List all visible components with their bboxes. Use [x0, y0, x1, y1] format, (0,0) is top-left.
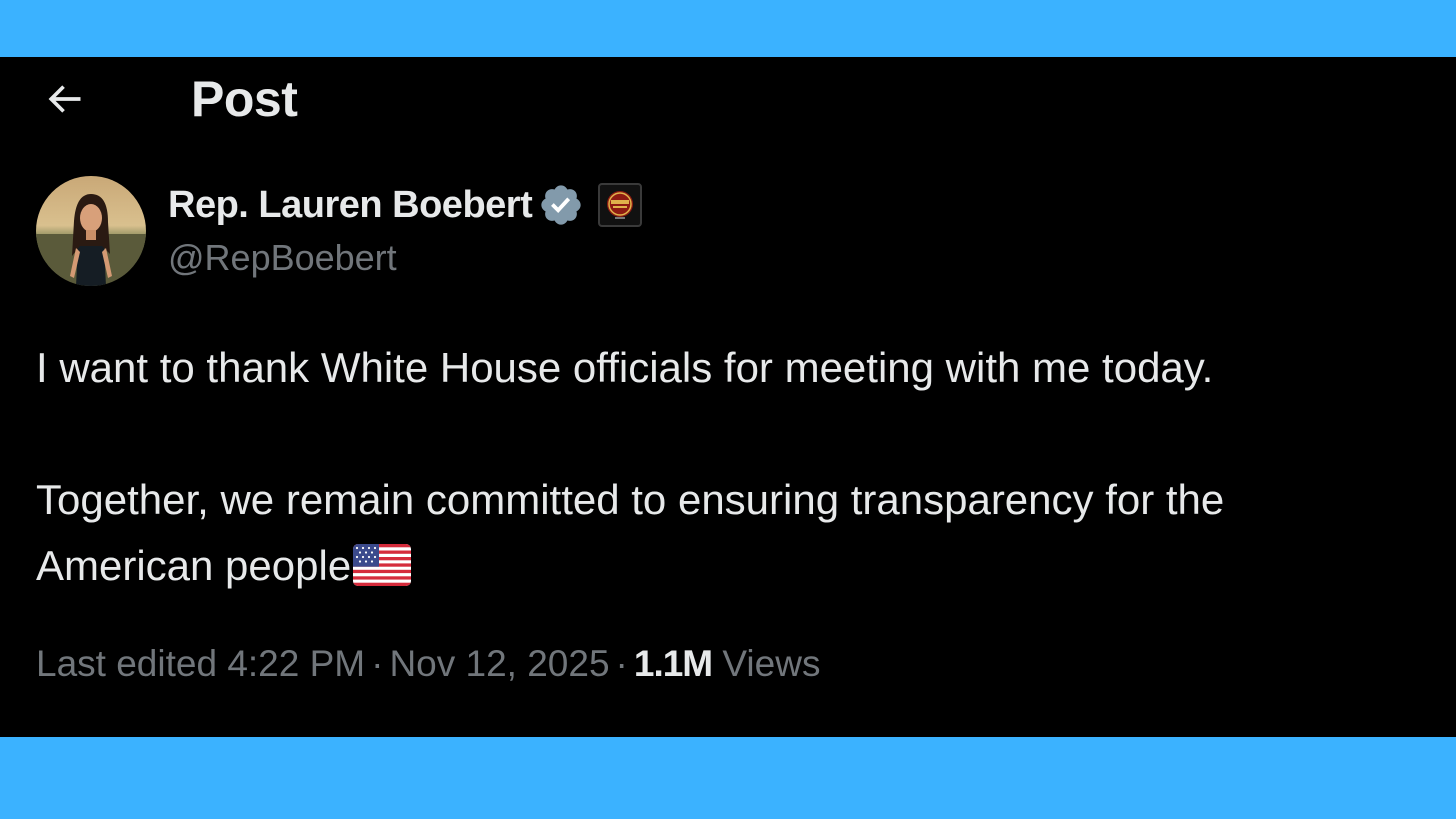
- edited-label[interactable]: Last edited: [36, 643, 217, 684]
- paragraph-spacer: [36, 401, 1426, 467]
- back-button[interactable]: [36, 75, 92, 123]
- avatar[interactable]: [36, 176, 146, 286]
- tweet-text-segment: American people: [36, 542, 352, 589]
- separator: ·: [615, 643, 628, 684]
- tweet-paragraph: I want to thank White House officials fo…: [36, 344, 1214, 391]
- author-row: Rep. Lauren Boebert: [168, 181, 643, 229]
- arrow-left-icon: [48, 85, 81, 113]
- us-flag-emoji-icon: [353, 544, 412, 586]
- post-panel: Post Rep. Lauren Boebert @RepBoebert I w…: [0, 57, 1456, 737]
- tweet-paragraph: Together, we remain committed to ensurin…: [36, 476, 1225, 523]
- post-time[interactable]: 4:22 PM: [227, 643, 365, 684]
- views-count[interactable]: 1.1M: [634, 643, 713, 684]
- post-date[interactable]: Nov 12, 2025: [389, 643, 609, 684]
- author-handle[interactable]: @RepBoebert: [168, 237, 397, 279]
- tweet-body: I want to thank White House officials fo…: [36, 335, 1426, 599]
- tweet-paragraph-last-line: American people: [36, 533, 1426, 599]
- affiliation-badge-icon: [607, 191, 634, 219]
- affiliation-badge[interactable]: [598, 183, 643, 227]
- display-name[interactable]: Rep. Lauren Boebert: [168, 184, 533, 227]
- verified-badge-icon[interactable]: [538, 182, 584, 228]
- post-metadata: Last edited 4:22 PM · Nov 12, 2025 · 1.1M Vi…: [36, 643, 820, 685]
- views-label[interactable]: Views: [722, 643, 820, 684]
- avatar-image: [36, 176, 146, 286]
- page-title: Post: [191, 71, 298, 127]
- separator: ·: [371, 643, 384, 684]
